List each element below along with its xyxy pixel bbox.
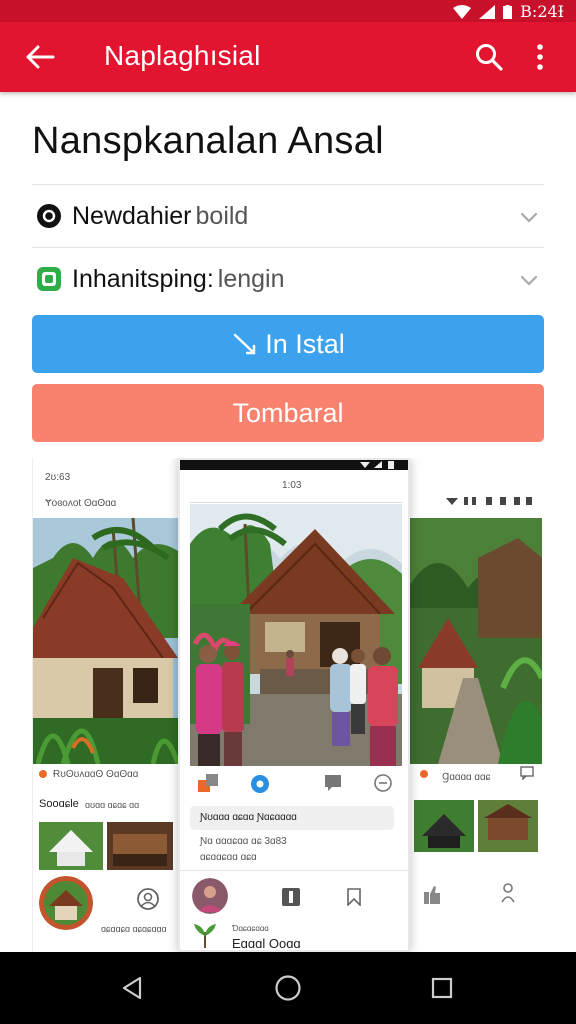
screenshot-right[interactable]: Ɡɑɑɑɑ ɑɑɕ: [408, 458, 544, 952]
install-label: In Istal: [265, 328, 345, 359]
person-icon: [500, 882, 518, 911]
info-card-line3: ɑɕɑɑɕɑɑ ɑɕɑ: [200, 852, 257, 863]
row-label: Inhanitsping:: [72, 264, 214, 293]
install-icon: [231, 330, 259, 358]
shot-card-title: Ɡɑɑɑɑ ɑɑɕ: [442, 772, 491, 783]
secondary-label: Tombaral: [232, 397, 344, 428]
info-row-developer[interactable]: Newdahier boild: [32, 186, 544, 246]
app-badge-icon: [420, 770, 428, 778]
thumbnail-image: [414, 800, 474, 852]
shot-footer: ɑɕɑɑɕɑ ɑɕɑɕɑɑɑ: [101, 924, 167, 934]
app-badge-icon: [39, 770, 47, 778]
screenshot-center[interactable]: 1:03 Ɲʊɑɑɑ ɑɕɑɑ Ɲɑɕɑɑɑɑ Ɲɑ ɑɑɑɕɑɑ ɑɕ 3ɑ8…: [178, 458, 410, 952]
info-card-line2: Ɲɑ ɑɑɑɕɑɑ ɑɕ 3ɑ83: [200, 836, 287, 847]
wifi-icon: [453, 4, 472, 19]
chevron-down-icon: [520, 212, 538, 223]
plant-icon: [192, 922, 218, 950]
divider: [190, 502, 402, 503]
shot-time: 1:03: [282, 480, 302, 491]
search-button[interactable]: [468, 37, 510, 77]
status-icons: [446, 497, 532, 505]
battery-icon: [503, 4, 513, 19]
profile-icon: [137, 888, 159, 915]
chat-icon: [520, 766, 534, 785]
secondary-button[interactable]: Tombaral: [32, 384, 544, 442]
developer-icon: [36, 203, 62, 229]
square-recents-icon: [431, 977, 453, 999]
divider: [180, 870, 408, 871]
location-icon[interactable]: [250, 774, 270, 799]
avatar: [39, 876, 93, 930]
phone-status-icons: [360, 460, 404, 472]
thumbnail-image: [39, 822, 103, 870]
gallery-icon[interactable]: [198, 774, 218, 797]
page-title: Nanspkanalan Ansal: [32, 120, 384, 162]
back-button[interactable]: [20, 37, 60, 77]
nav-home-button[interactable]: [268, 968, 308, 1008]
bookmark-icon[interactable]: [346, 888, 362, 911]
footer-small: Ɗɑɕɑɕɑɑɑ: [232, 924, 269, 933]
circle-home-icon: [275, 975, 301, 1001]
shot-card-title: Ɍʊʘʊʌɑɑʘ ʘɑʘɑɑ: [53, 769, 139, 780]
message-icon[interactable]: [324, 774, 342, 797]
search-icon: [476, 44, 503, 71]
shot-status-icons: [446, 496, 536, 509]
shot-section: Sooɑɕle: [39, 798, 79, 810]
nav-recents-button[interactable]: [422, 968, 462, 1008]
like-icon: [422, 884, 442, 911]
avatar[interactable]: [192, 878, 228, 914]
info-row-shipping[interactable]: Inhanitsping: lengin: [32, 249, 544, 309]
status-icons: B:24Ɨ: [453, 2, 564, 21]
thumbnail-image: [478, 800, 538, 852]
shipping-icon: [36, 266, 62, 292]
app-bar: Naplaghısial: [0, 22, 576, 92]
info-card-line1: Ɲʊɑɑɑ ɑɕɑɑ Ɲɑɕɑɑɑɑ: [200, 812, 297, 823]
nav-back-button[interactable]: [112, 968, 152, 1008]
app-bar-title: Naplaghısial: [104, 40, 261, 71]
triangle-back-icon: [122, 976, 142, 1000]
status-bar: B:24Ɨ: [0, 0, 576, 22]
divider: [32, 247, 544, 248]
install-button[interactable]: In Istal: [32, 315, 544, 373]
screenshot-left[interactable]: 2ʊ:63 Ɏoɞoʌot ʘɑʘɑɑ Ɍʊʘʊʌɑɑʘ ʘɑʘɑɑ Sooɑɕ…: [32, 458, 180, 952]
row-value: boild: [195, 201, 249, 230]
shot-section-meta: ɑʊɑɑ ɑɕɑɕ ɑɑ: [85, 800, 140, 810]
close-circle-icon[interactable]: [374, 774, 392, 797]
thumbnail-image: [107, 822, 173, 870]
system-nav-bar: [0, 952, 576, 1024]
chevron-down-icon: [520, 275, 538, 286]
village-photo: [408, 518, 542, 764]
row-label: Newdahier: [72, 201, 192, 230]
signal-icon: [479, 4, 496, 19]
status-time: B:24Ɨ: [520, 2, 564, 21]
people-photo: [190, 504, 402, 766]
shot-time: 2ʊ:63: [45, 472, 71, 483]
divider: [32, 184, 544, 185]
house-photo: [33, 518, 180, 764]
footer-title: Eɑɑɑl Ooɑɑ: [232, 936, 301, 951]
more-options-button[interactable]: [520, 37, 560, 77]
bookmark-square-icon[interactable]: [282, 888, 300, 911]
more-vert-icon: [537, 44, 543, 70]
screenshot-carousel[interactable]: 2ʊ:63 Ɏoɞoʌot ʘɑʘɑɑ Ɍʊʘʊʌɑɑʘ ʘɑʘɑɑ Sooɑɕ…: [32, 458, 544, 952]
arrow-back-icon: [26, 45, 55, 69]
row-value: lengin: [217, 264, 285, 293]
shot-subtitle: Ɏoɞoʌot ʘɑʘɑɑ: [45, 498, 117, 509]
